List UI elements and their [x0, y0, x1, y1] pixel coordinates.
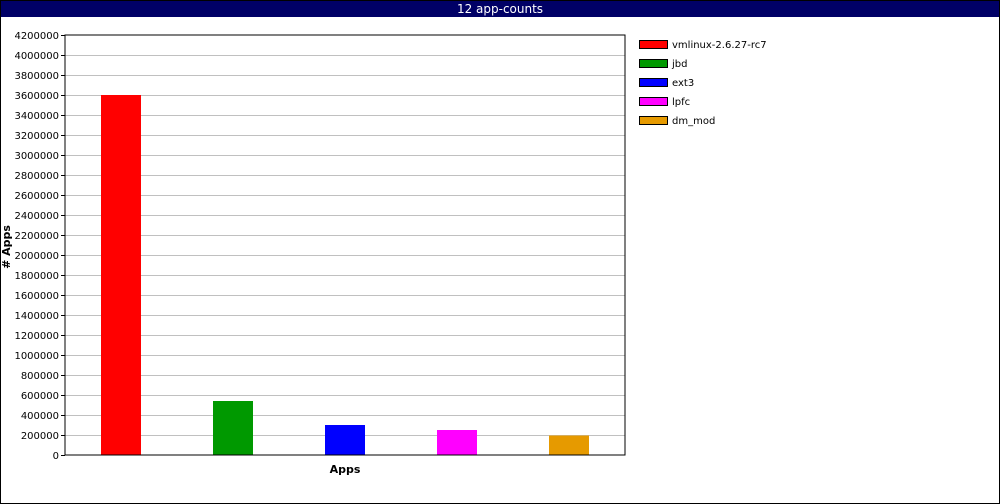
bar-dm_mod: [549, 435, 589, 455]
y-tick-label: 1800000: [14, 271, 59, 282]
legend-swatch: [639, 97, 668, 106]
legend-swatch: [639, 59, 668, 68]
legend-label: ext3: [672, 78, 694, 89]
legend-label: vmlinux-2.6.27-rc7: [672, 40, 767, 51]
y-tick-label: 2600000: [14, 191, 59, 202]
y-tick-label: 3200000: [14, 131, 59, 142]
y-tick-label: 3600000: [14, 91, 59, 102]
y-tick-label: 3000000: [14, 151, 59, 162]
y-axis-label: # Apps: [0, 225, 13, 269]
y-axis-ticks: 0 200000 400000 600000 800000 1000000 1200000 1…: [14, 31, 65, 462]
gridlines: [65, 55, 625, 436]
y-tick-label: 4000000: [14, 51, 59, 62]
y-tick-label: 800000: [21, 371, 59, 382]
bar-ext3: [325, 425, 365, 455]
y-tick-label: 1200000: [14, 331, 59, 342]
y-tick-label: 400000: [21, 411, 59, 422]
y-tick-label: 200000: [21, 431, 59, 442]
y-tick-label: 2800000: [14, 171, 59, 182]
legend-swatch: [639, 78, 668, 87]
y-tick-label: 1400000: [14, 311, 59, 322]
y-tick-label: 2000000: [14, 251, 59, 262]
legend-label: lpfc: [672, 97, 690, 108]
y-tick-label: 3400000: [14, 111, 59, 122]
y-tick-label: 2400000: [14, 211, 59, 222]
y-tick-label: 2200000: [14, 231, 59, 242]
y-tick-label: 1000000: [14, 351, 59, 362]
bar-jbd: [213, 401, 253, 455]
y-tick-label: 600000: [21, 391, 59, 402]
legend-swatch: [639, 116, 668, 125]
plot-area-border: [64, 34, 626, 456]
y-tick-label: 0: [53, 451, 59, 462]
x-axis-label: Apps: [330, 463, 361, 476]
legend-label: jbd: [671, 59, 687, 70]
legend-swatch: [639, 40, 668, 49]
bar-lpfc: [437, 430, 477, 455]
bar-vmlinux-2.6.27-rc7: [101, 95, 141, 455]
y-tick-label: 1600000: [14, 291, 59, 302]
bar-chart: 0 200000 400000 600000 800000 1000000 1200000 1…: [0, 31, 767, 476]
y-tick-label: 3800000: [14, 71, 59, 82]
y-tick-label: 4200000: [14, 31, 59, 42]
legend-label: dm_mod: [672, 116, 715, 127]
legend: vmlinux-2.6.27-rc7 jbd ext3 lpfc dm_mod: [639, 40, 767, 127]
